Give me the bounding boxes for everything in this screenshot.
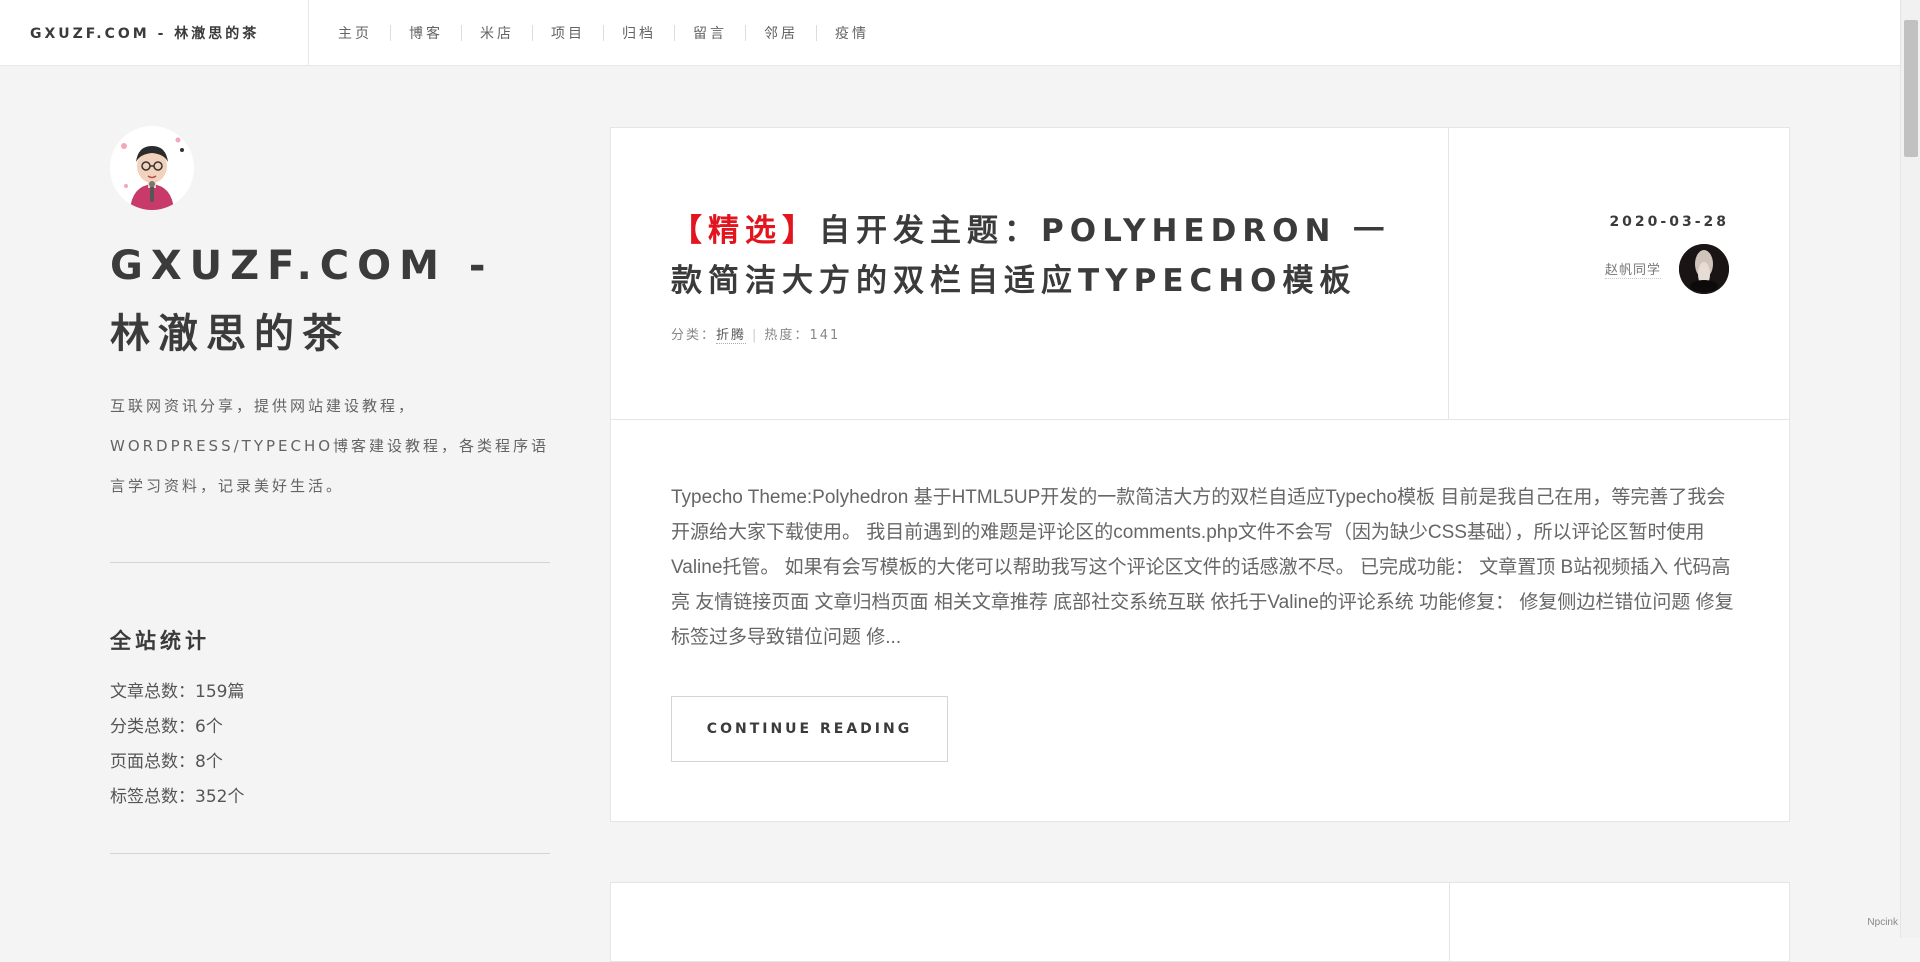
- category-link[interactable]: 折腾: [716, 328, 746, 344]
- next-post-divider: [1449, 883, 1450, 961]
- nav-item-guestbook[interactable]: 留言: [674, 25, 745, 41]
- nav-item-blog[interactable]: 博客: [390, 25, 461, 41]
- sidebar-divider: [110, 562, 550, 563]
- featured-tag: 【精选】: [671, 213, 819, 249]
- nav-item-epidemic[interactable]: 疫情: [816, 25, 887, 41]
- nav-item-shop[interactable]: 米店: [461, 25, 532, 41]
- stat-pages: 页面总数：8个: [110, 745, 550, 780]
- top-header: GXUZF.COM - 林澈思的茶 主页 博客 米店 项目 归档 留言 邻居 疫…: [0, 0, 1900, 66]
- stats-list: 文章总数：159篇 分类总数：6个 页面总数：8个 标签总数：352个: [110, 675, 550, 815]
- author-name-link[interactable]: 赵帆同学: [1605, 259, 1661, 279]
- site-title: GXUZF.COM - 林澈思的茶: [110, 232, 550, 368]
- nav-item-home[interactable]: 主页: [320, 25, 390, 41]
- category-label: 分类：: [671, 328, 716, 343]
- sidebar-divider-bottom: [110, 853, 550, 854]
- author-avatar[interactable]: [1679, 244, 1729, 294]
- continue-reading-button[interactable]: CONTINUE READING: [671, 696, 948, 762]
- site-brand-link[interactable]: GXUZF.COM - 林澈思的茶: [0, 0, 309, 66]
- post-title-link[interactable]: 【精选】自开发主题：POLYHEDRON 一款简洁大方的双栏自适应TYPECHO…: [671, 206, 1408, 306]
- site-description: 互联网资讯分享，提供网站建设教程，WORDPRESS/TYPECHO博客建设教程…: [110, 386, 550, 506]
- meta-separator: |: [752, 328, 758, 343]
- post-side-meta: 2020-03-28 赵帆同学: [1450, 128, 1789, 420]
- sidebar: GXUZF.COM - 林澈思的茶 互联网资讯分享，提供网站建设教程，WORDP…: [110, 126, 550, 854]
- author-row: 赵帆同学: [1450, 244, 1729, 294]
- heat-value: 141: [809, 328, 840, 343]
- nav-item-neighbors[interactable]: 邻居: [745, 25, 816, 41]
- cartoon-avatar-icon: [110, 126, 194, 210]
- page-scrollbar[interactable]: [1900, 0, 1920, 938]
- next-post-card: [610, 882, 1790, 962]
- stat-tags: 标签总数：352个: [110, 780, 550, 815]
- nav-item-projects[interactable]: 项目: [532, 25, 603, 41]
- post-card: 【精选】自开发主题：POLYHEDRON 一款简洁大方的双栏自适应TYPECHO…: [610, 127, 1790, 822]
- stat-posts: 文章总数：159篇: [110, 675, 550, 710]
- post-title-area: 【精选】自开发主题：POLYHEDRON 一款简洁大方的双栏自适应TYPECHO…: [611, 128, 1449, 420]
- site-avatar[interactable]: [110, 126, 194, 210]
- watermark: Npcink: [1867, 917, 1898, 928]
- post-excerpt: Typecho Theme:Polyhedron 基于HTML5UP开发的一款简…: [671, 480, 1741, 655]
- post-header: 【精选】自开发主题：POLYHEDRON 一款简洁大方的双栏自适应TYPECHO…: [611, 128, 1789, 420]
- nav-item-archive[interactable]: 归档: [603, 25, 674, 41]
- stats-heading: 全站统计: [110, 625, 550, 655]
- post-date: 2020-03-28: [1450, 214, 1729, 230]
- stat-categories: 分类总数：6个: [110, 710, 550, 745]
- scrollbar-thumb[interactable]: [1904, 20, 1918, 157]
- main-nav: 主页 博客 米店 项目 归档 留言 邻居 疫情: [320, 0, 887, 66]
- post-meta: 分类：折腾 | 热度：141: [671, 324, 1408, 343]
- author-photo-icon: [1679, 244, 1729, 294]
- heat-label: 热度：: [764, 328, 809, 343]
